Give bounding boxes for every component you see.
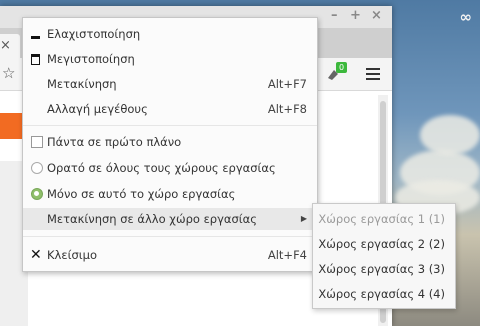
menu-item-this-workspace[interactable]: Μόνο σε αυτό το χώρο εργασίας: [23, 183, 317, 205]
workspace-submenu: Χώρος εργασίας 1 (1) Χώρος εργασίας 2 (2…: [312, 203, 456, 309]
checkbox-icon: [30, 131, 43, 153]
submenu-item-workspace-2[interactable]: Χώρος εργασίας 2 (2): [318, 232, 445, 257]
close-window-button[interactable]: ×: [371, 8, 382, 23]
radio-unselected-icon: [30, 157, 43, 179]
tab-close-icon[interactable]: ×: [0, 38, 11, 53]
menu-item-label: Μεγιστοποίηση: [47, 52, 135, 66]
cloud: [420, 115, 480, 155]
link-icon[interactable]: ∞: [460, 8, 472, 26]
menu-item-move-to-workspace[interactable]: Μετακίνηση σε άλλο χώρο εργασίας ▶: [23, 208, 317, 230]
menu-item-label: Κλείσιμο: [47, 248, 97, 262]
menu-item-all-workspaces[interactable]: Ορατό σε όλους τους χώρους εργασίας: [23, 157, 317, 179]
menu-item-close[interactable]: ✕ Κλείσιμο Alt+F4: [23, 244, 317, 266]
menu-item-label: Μετακίνηση: [47, 77, 117, 91]
window-context-menu: Ελαχιστοποίηση Μεγιστοποίηση Μετακίνηση …: [22, 17, 318, 272]
submenu-item-workspace-4[interactable]: Χώρος εργασίας 4 (4): [318, 282, 445, 307]
menu-separator: [23, 125, 317, 126]
menu-item-label: Πάντα σε πρώτο πλάνο: [47, 135, 182, 149]
extension-badge: 0: [336, 62, 348, 73]
minimize-window-button[interactable]: –: [331, 8, 338, 23]
extension-icon[interactable]: 0: [326, 62, 348, 82]
menu-item-label: Ορατό σε όλους τους χώρους εργασίας: [47, 161, 276, 175]
menu-item-move[interactable]: Μετακίνηση Alt+F7: [23, 73, 317, 95]
menu-item-resize[interactable]: Αλλαγή μεγέθους Alt+F8: [23, 98, 317, 120]
menu-item-shortcut: Alt+F4: [267, 248, 307, 262]
submenu-arrow-icon: ▶: [300, 214, 307, 223]
menu-item-minimize[interactable]: Ελαχιστοποίηση: [23, 23, 317, 45]
hamburger-menu-icon[interactable]: [366, 68, 380, 83]
menu-item-label: Ελαχιστοποίηση: [47, 27, 141, 41]
menu-item-label: Αλλαγή μεγέθους: [47, 102, 148, 116]
maximize-icon: [30, 48, 42, 70]
menu-item-shortcut: Alt+F7: [267, 77, 307, 91]
submenu-item-workspace-1: Χώρος εργασίας 1 (1): [318, 212, 445, 226]
menu-item-maximize[interactable]: Μεγιστοποίηση: [23, 48, 317, 70]
submenu-item-workspace-3[interactable]: Χώρος εργασίας 3 (3): [318, 257, 445, 282]
close-icon: ✕: [30, 247, 42, 263]
menu-item-label: Μόνο σε αυτό το χώρο εργασίας: [47, 187, 236, 201]
menu-item-label: Μετακίνηση σε άλλο χώρο εργασίας: [47, 212, 257, 226]
minimize-icon: [30, 23, 42, 45]
menu-item-always-on-top[interactable]: Πάντα σε πρώτο πλάνο: [23, 131, 317, 153]
menu-separator: [23, 236, 317, 237]
radio-selected-icon: [30, 183, 43, 205]
menu-item-shortcut: Alt+F8: [267, 102, 307, 116]
bookmark-star-icon[interactable]: ☆: [2, 64, 15, 82]
maximize-window-button[interactable]: +: [350, 8, 361, 23]
browser-tab[interactable]: ×: [0, 34, 20, 58]
